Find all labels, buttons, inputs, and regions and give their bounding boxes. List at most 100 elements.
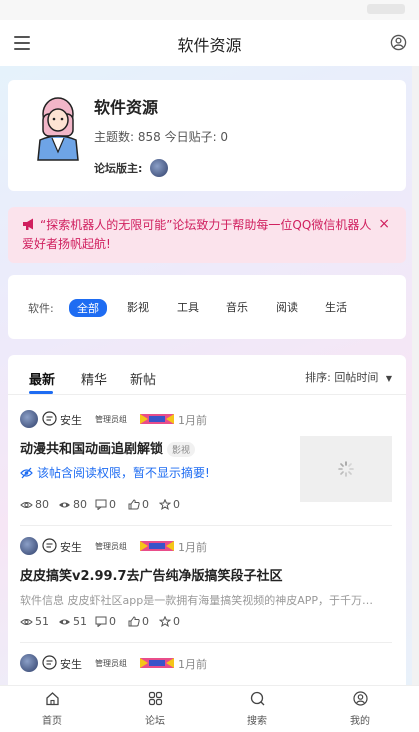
locked-text: 该帖含阅读权限，暂不显示摘要! xyxy=(37,466,210,480)
stars-count: 0 xyxy=(173,498,180,511)
nav-home[interactable]: 首页 xyxy=(17,686,87,732)
search-icon xyxy=(250,691,265,706)
post-item[interactable]: 安生 管理员组 1月前 xyxy=(8,654,406,684)
nav-home-label: 首页 xyxy=(42,716,62,727)
star-icon xyxy=(159,616,171,627)
nav-profile-label: 我的 xyxy=(350,716,370,727)
category-label: 软件: xyxy=(28,302,54,315)
nav-profile[interactable]: 我的 xyxy=(325,686,395,732)
views-count: 80 xyxy=(35,498,49,511)
eye-filled-icon xyxy=(59,502,70,508)
post-meta: 安生 管理员组 1月前 xyxy=(20,410,320,428)
grid-icon xyxy=(148,691,163,706)
eyes-count: 80 xyxy=(73,498,87,511)
views-stat: 51 xyxy=(20,615,49,628)
tab-new[interactable]: 新帖 xyxy=(130,369,156,388)
comments-stat[interactable]: 0 xyxy=(95,615,116,628)
likes-stat[interactable]: 0 xyxy=(128,615,149,628)
sort-label: 排序: xyxy=(305,371,331,384)
top-bar: 软件资源 xyxy=(0,20,419,66)
caret-down-icon: ▼ xyxy=(385,374,392,383)
category-music[interactable]: 音乐 xyxy=(226,299,248,315)
category-tools[interactable]: 工具 xyxy=(177,299,199,315)
tab-featured[interactable]: 精华 xyxy=(81,369,107,388)
eye-slash-icon xyxy=(20,467,33,479)
level-badge-icon xyxy=(140,414,174,424)
eyes-stat: 80 xyxy=(58,498,87,511)
post-divider xyxy=(20,525,392,526)
forum-avatar xyxy=(37,97,79,161)
tab-latest[interactable]: 最新 xyxy=(29,369,55,388)
forum-stats: 主题数: 858 今日贴子: 0 xyxy=(94,130,229,144)
post-stats: 80 80 0 0 0 xyxy=(20,498,220,512)
post-feed: 最新 精华 新帖 排序: 回帖时间 ▼ 安生 管理员组 1月前 动漫共和国动画追… xyxy=(8,355,406,685)
avatar[interactable] xyxy=(20,410,38,428)
nav-forum[interactable]: 论坛 xyxy=(120,686,190,732)
sort-dropdown[interactable]: 排序: 回帖时间 ▼ xyxy=(305,369,392,385)
likes-stat[interactable]: 0 xyxy=(128,498,149,511)
category-filter-card: 软件: 全部 影视 工具 音乐 阅读 生活 xyxy=(8,275,406,339)
post-meta: 安生 管理员组 1月前 xyxy=(20,654,320,672)
views-count: 51 xyxy=(35,615,49,628)
status-bar xyxy=(0,0,419,20)
star-icon xyxy=(159,499,171,510)
forum-info-card: 软件资源 主题数: 858 今日贴子: 0 论坛版主: xyxy=(8,80,406,191)
moderator-avatar[interactable] xyxy=(150,159,168,177)
post-thumbnail[interactable] xyxy=(300,436,392,502)
announcement-banner: “探索机器人的无限可能”论坛致力于帮助每一位QQ微信机器人爱好者扬帆起航! × xyxy=(8,207,406,263)
post-item[interactable]: 安生 管理员组 1月前 动漫共和国动画追剧解锁 影视 该帖含阅读权限，暂不显示摘要… xyxy=(8,410,406,528)
moderator-label: 论坛版主: xyxy=(94,162,143,175)
home-icon xyxy=(46,692,59,706)
avatar[interactable] xyxy=(20,537,38,555)
post-role: 管理员组 xyxy=(95,542,127,551)
post-stats: 51 51 0 0 0 xyxy=(20,615,220,629)
bottom-nav: 首页 论坛 搜索 我的 xyxy=(0,685,419,732)
category-video[interactable]: 影视 xyxy=(127,299,149,315)
announcement-text: “探索机器人的无限可能”论坛致力于帮助每一位QQ微信机器人爱好者扬帆起航! xyxy=(22,218,372,251)
post-title[interactable]: 皮皮搞笑v2.99.7去广告纯净版搞笑段子社区 xyxy=(20,565,283,584)
level-badge-icon xyxy=(140,658,174,668)
chat-icon xyxy=(42,655,57,670)
category-reading[interactable]: 阅读 xyxy=(276,299,298,315)
post-role: 管理员组 xyxy=(95,659,127,668)
post-excerpt: 软件信息 皮皮虾社区app是一款拥有海量搞笑视频的神皮APP，于千万… xyxy=(20,594,373,607)
comments-stat[interactable]: 0 xyxy=(95,498,116,511)
category-life[interactable]: 生活 xyxy=(325,299,347,315)
thumbs-up-icon xyxy=(128,499,140,510)
level-badge-icon xyxy=(140,541,174,551)
eye-filled-icon xyxy=(59,619,70,625)
tab-indicator xyxy=(29,391,53,394)
stars-stat[interactable]: 0 xyxy=(159,615,180,628)
forum-name: 软件资源 xyxy=(94,98,159,117)
page-title: 软件资源 xyxy=(177,36,242,55)
post-author[interactable]: 安生 xyxy=(60,412,82,428)
avatar[interactable] xyxy=(20,654,38,672)
stars-stat[interactable]: 0 xyxy=(159,498,180,511)
comment-icon xyxy=(95,616,107,627)
likes-count: 0 xyxy=(142,615,149,628)
category-all[interactable]: 全部 xyxy=(69,299,107,317)
feed-tabs: 最新 精华 新帖 排序: 回帖时间 ▼ xyxy=(8,355,406,395)
post-tag[interactable]: 影视 xyxy=(167,442,196,457)
user-icon xyxy=(353,691,368,706)
close-icon[interactable]: × xyxy=(378,216,390,232)
eye-icon xyxy=(20,502,33,508)
post-title[interactable]: 动漫共和国动画追剧解锁 影视 xyxy=(20,438,196,457)
likes-count: 0 xyxy=(142,498,149,511)
user-icon[interactable] xyxy=(390,34,407,51)
comments-count: 0 xyxy=(109,615,116,628)
post-author[interactable]: 安生 xyxy=(60,539,82,555)
nav-forum-label: 论坛 xyxy=(145,716,165,727)
post-time: 1月前 xyxy=(178,541,207,554)
post-role: 管理员组 xyxy=(95,415,127,424)
comment-icon xyxy=(95,499,107,510)
post-title-text: 动漫共和国动画追剧解锁 xyxy=(20,442,164,457)
post-time: 1月前 xyxy=(178,658,207,671)
nav-search[interactable]: 搜索 xyxy=(222,686,292,732)
edge-strip xyxy=(412,66,419,686)
post-item[interactable]: 安生 管理员组 1月前 皮皮搞笑v2.99.7去广告纯净版搞笑段子社区 软件信息… xyxy=(8,537,406,637)
chat-icon xyxy=(42,538,57,553)
post-author[interactable]: 安生 xyxy=(60,656,82,672)
chat-icon xyxy=(42,411,57,426)
locked-notice: 该帖含阅读权限，暂不显示摘要! xyxy=(20,464,210,481)
